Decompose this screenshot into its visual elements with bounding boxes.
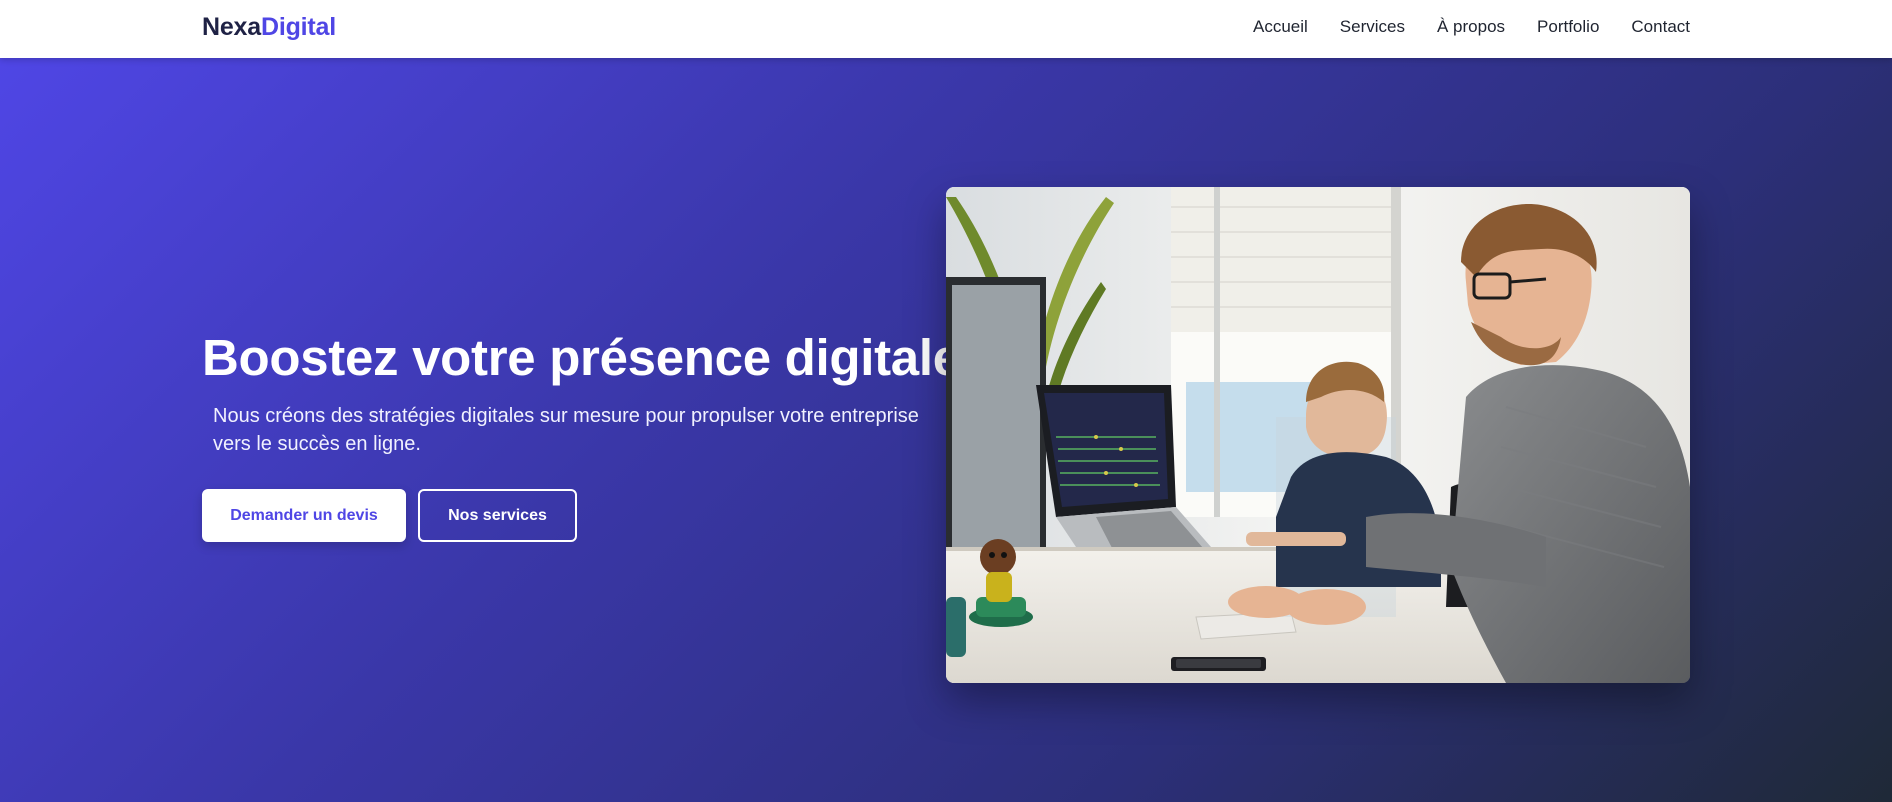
hero-section: Boostez votre présence digitale Nous cré… <box>0 58 1892 802</box>
brand-logo[interactable]: NexaDigital <box>202 13 336 42</box>
brand-logo-part2: Digital <box>260 13 336 41</box>
office-scene-illustration <box>946 187 1690 683</box>
hero-subtitle: Nous créons des stratégies digitales sur… <box>213 405 919 455</box>
request-quote-button[interactable]: Demander un devis <box>202 489 406 542</box>
our-services-button[interactable]: Nos services <box>418 489 577 542</box>
nav-item-services[interactable]: Services <box>1340 17 1405 37</box>
hero-photo <box>946 187 1690 683</box>
nav-item-a-propos[interactable]: À propos <box>1437 17 1505 37</box>
nav-item-portfolio[interactable]: Portfolio <box>1537 17 1599 37</box>
nav-item-accueil[interactable]: Accueil <box>1253 17 1308 37</box>
brand-logo-part1: Nexa <box>202 13 261 41</box>
site-header: NexaDigital Accueil Services À propos Po… <box>0 0 1892 58</box>
nav-item-contact[interactable]: Contact <box>1631 17 1690 37</box>
hero-title: Boostez votre présence digitale <box>202 329 961 386</box>
main-nav: Accueil Services À propos Portfolio Cont… <box>1253 17 1690 37</box>
